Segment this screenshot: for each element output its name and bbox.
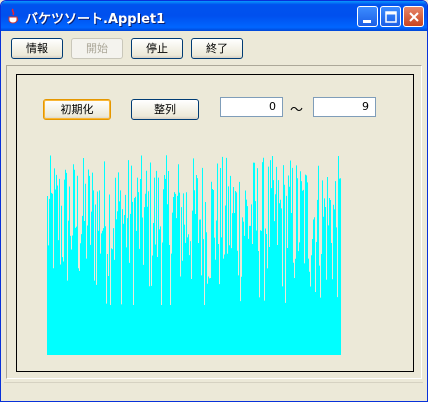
applet-window: バケツソート.Applet1 情報 開始 停止 終了 初期化 整列 0 ～ 9 — [0, 0, 428, 402]
quit-button[interactable]: 終了 — [191, 38, 243, 59]
applet-panel: 初期化 整列 0 ～ 9 — [6, 65, 422, 379]
title-bar[interactable]: バケツソート.Applet1 — [1, 1, 427, 31]
sort-canvas-frame: 初期化 整列 0 ～ 9 — [16, 74, 414, 372]
toolbar: 情報 開始 停止 終了 — [1, 31, 427, 65]
range-to-field[interactable]: 9 — [313, 97, 376, 117]
close-button[interactable] — [403, 6, 424, 27]
minimize-icon — [363, 20, 371, 23]
maximize-button[interactable] — [380, 6, 401, 27]
window-title: バケツソート.Applet1 — [25, 12, 166, 27]
range-from-field[interactable]: 0 — [220, 97, 283, 117]
java-cup-icon — [8, 8, 19, 24]
maximize-icon — [385, 11, 397, 23]
status-bar — [4, 382, 423, 397]
range-separator: ～ — [290, 103, 304, 118]
sort-button[interactable]: 整列 — [131, 99, 199, 120]
info-button[interactable]: 情報 — [11, 38, 63, 59]
stop-button[interactable]: 停止 — [131, 38, 183, 59]
initialize-button[interactable]: 初期化 — [43, 99, 111, 120]
minimize-button[interactable] — [357, 6, 378, 27]
close-icon — [409, 12, 419, 22]
bar-visualization — [47, 155, 341, 355]
start-button[interactable]: 開始 — [71, 38, 123, 59]
